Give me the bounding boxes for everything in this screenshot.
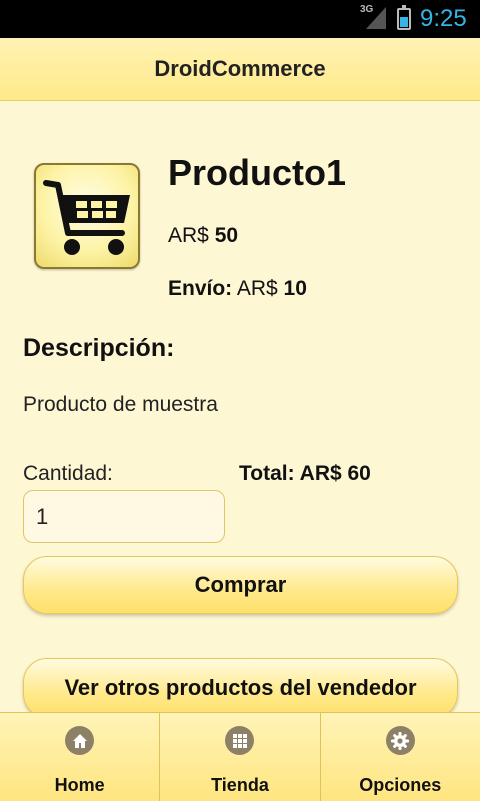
quantity-label: Cantidad:: [23, 462, 113, 485]
nav-tienda-label: Tienda: [211, 775, 269, 795]
nav-opciones[interactable]: Opciones: [319, 713, 480, 801]
shipping-currency: AR$: [232, 277, 284, 300]
description-text: Producto de muestra: [23, 393, 218, 416]
home-icon: [65, 726, 95, 755]
bottom-nav: Home Tienda Opciones: [0, 712, 480, 801]
status-time: 9:25: [420, 5, 467, 32]
product-image: [34, 163, 140, 269]
product-price: AR$ 50: [168, 224, 238, 248]
nav-home[interactable]: Home: [0, 713, 159, 801]
shopping-cart-icon: [43, 180, 130, 255]
shipping-cost: Envío: AR$ 10: [168, 277, 307, 301]
action-bar: DroidCommerce: [0, 38, 480, 101]
nav-opciones-label: Opciones: [359, 775, 442, 795]
price-currency: AR$: [168, 224, 215, 247]
total-price: Total: AR$ 60: [239, 462, 371, 485]
app-title: DroidCommerce: [154, 56, 326, 81]
buy-button[interactable]: Comprar: [23, 556, 458, 614]
description-heading: Descripción:: [23, 334, 175, 362]
price-value: 50: [214, 224, 239, 247]
quantity-input[interactable]: [23, 490, 225, 543]
status-bar: 3G 9:25: [0, 0, 480, 38]
nav-home-label: Home: [54, 775, 105, 795]
shipping-value: 10: [283, 277, 307, 300]
battery-icon: [397, 5, 411, 30]
product-name: Producto1: [168, 152, 347, 193]
gear-icon: [385, 726, 415, 755]
grid-icon: [225, 726, 255, 755]
nav-tienda[interactable]: Tienda: [159, 713, 319, 801]
seller-products-button[interactable]: Ver otros productos del vendedor: [23, 658, 458, 718]
shipping-label: Envío:: [168, 277, 233, 300]
signal-icon: [366, 7, 386, 29]
